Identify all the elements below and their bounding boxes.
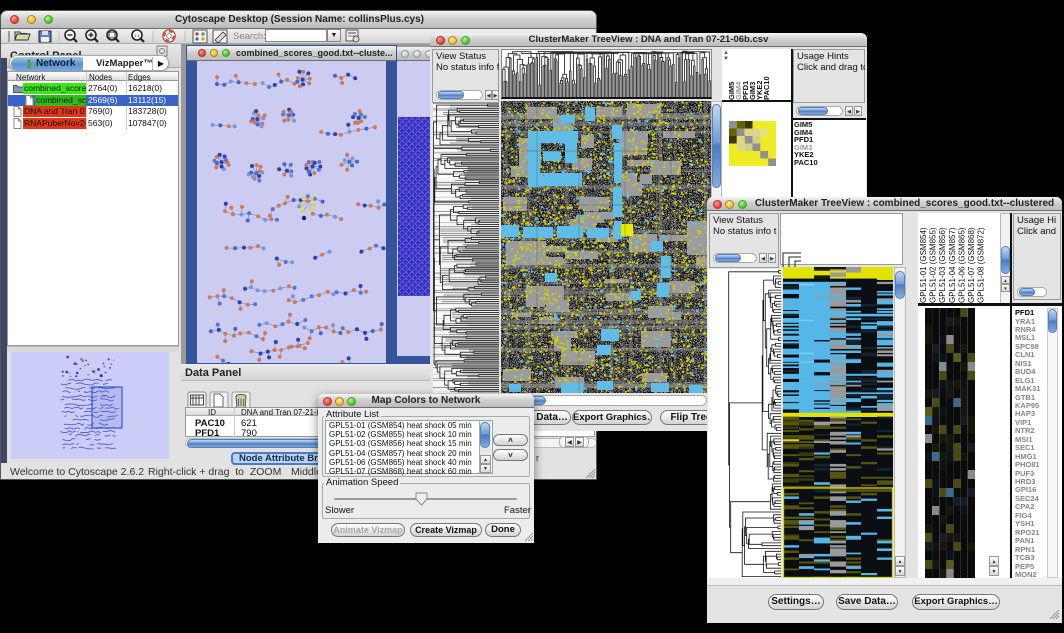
svg-text:PAC10: PAC10	[762, 76, 771, 100]
svg-text:GPL51-03 (GSM856): GPL51-03 (GSM856)	[938, 227, 947, 303]
svg-text:GPL51-06 (GSM865): GPL51-06 (GSM865)	[957, 227, 966, 303]
svg-text:GPL51-04 (GSM857): GPL51-04 (GSM857)	[948, 227, 957, 303]
svg-text:GPL51-02 (GSM855): GPL51-02 (GSM855)	[929, 227, 938, 303]
svg-text:GPL51-01 (GSM854): GPL51-01 (GSM854)	[919, 227, 928, 303]
svg-text:GPL51-08 (GSM872): GPL51-08 (GSM872)	[977, 227, 986, 303]
svg-text:GPL51-07 (GSM868): GPL51-07 (GSM868)	[967, 227, 976, 303]
